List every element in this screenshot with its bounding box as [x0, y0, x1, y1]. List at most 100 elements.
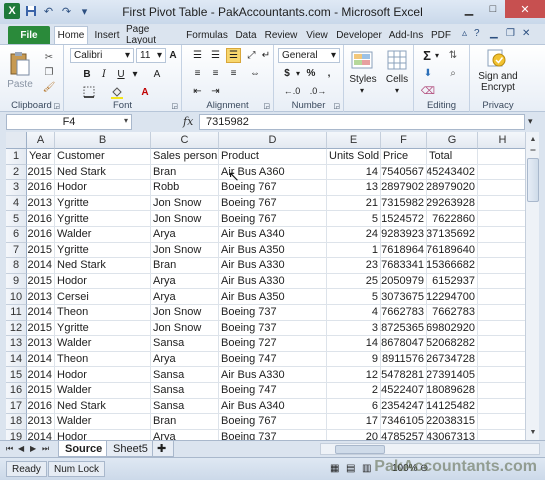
row-header[interactable]: 13: [6, 336, 27, 352]
table-cell[interactable]: 2015: [27, 164, 55, 181]
column-header[interactable]: G: [427, 132, 478, 149]
tab-review[interactable]: Review: [262, 26, 300, 44]
row-header[interactable]: 5: [6, 211, 27, 227]
table-cell[interactable]: 28979020: [427, 180, 478, 196]
increase-decimal-icon[interactable]: ←.0: [282, 84, 302, 98]
table-cell[interactable]: 7622860: [427, 211, 478, 227]
alignment-launcher-icon[interactable]: ◲: [263, 102, 270, 110]
first-sheet-icon[interactable]: ⏮: [6, 444, 13, 454]
page-break-view-icon[interactable]: ▥: [362, 463, 371, 474]
table-cell[interactable]: 2014: [27, 429, 55, 440]
styles-button[interactable]: Styles: [346, 73, 380, 85]
column-header[interactable]: E: [327, 132, 381, 149]
table-cell[interactable]: [478, 165, 525, 181]
number-launcher-icon[interactable]: ◲: [333, 102, 340, 110]
table-cell[interactable]: Walder: [55, 227, 151, 243]
row-header[interactable]: 3: [6, 180, 27, 196]
table-cell[interactable]: 4: [327, 305, 381, 321]
increase-indent-icon[interactable]: ⇥: [208, 84, 223, 99]
tab-insert[interactable]: Insert: [91, 26, 123, 44]
row-header[interactable]: 14: [6, 351, 27, 368]
number-format-dropdown[interactable]: General ▾: [278, 48, 340, 63]
font-size-dropdown[interactable]: 11 ▾: [136, 48, 166, 63]
table-cell[interactable]: Hodor: [55, 429, 151, 440]
table-cell[interactable]: Arya: [151, 429, 219, 440]
table-cell[interactable]: 15366682: [427, 258, 478, 274]
minimize-icon[interactable]: ▁: [457, 0, 481, 18]
table-cell[interactable]: [478, 180, 525, 196]
sign-label[interactable]: Sign and: [470, 71, 526, 82]
table-cell[interactable]: [478, 399, 525, 415]
decrease-indent-icon[interactable]: ⇤: [190, 84, 205, 99]
table-cell[interactable]: [478, 430, 525, 440]
table-cell[interactable]: 43067313: [427, 429, 478, 440]
table-cell[interactable]: 14: [327, 164, 381, 181]
table-cell[interactable]: 9283923: [381, 227, 427, 243]
tab-page-layout[interactable]: Page Layout: [126, 24, 182, 46]
table-cell[interactable]: 18089628: [427, 383, 478, 399]
table-cell[interactable]: Price: [381, 149, 427, 165]
underline-button[interactable]: U: [114, 67, 128, 81]
table-cell[interactable]: 2354247: [381, 398, 427, 415]
table-cell[interactable]: Product: [219, 149, 327, 165]
underline-dropdown-icon[interactable]: ▾: [130, 67, 140, 81]
table-cell[interactable]: Boeing 767: [219, 195, 327, 212]
table-cell[interactable]: 37135692: [427, 227, 478, 243]
row-header[interactable]: 11: [6, 305, 27, 321]
row-header[interactable]: 8: [6, 258, 27, 274]
table-cell[interactable]: Arya: [151, 351, 219, 368]
table-cell[interactable]: Jon Snow: [151, 195, 219, 212]
table-cell[interactable]: 8678047: [381, 336, 427, 352]
borders-icon[interactable]: [80, 85, 98, 99]
row-header[interactable]: 12: [6, 320, 27, 337]
align-center-icon[interactable]: ≡: [208, 66, 223, 81]
table-cell[interactable]: 1: [327, 242, 381, 259]
font-color-button[interactable]: A: [136, 85, 154, 99]
table-cell[interactable]: 21: [327, 195, 381, 212]
shrink-font-button[interactable]: A: [150, 67, 164, 81]
table-cell[interactable]: 2016: [27, 398, 55, 415]
table-cell[interactable]: Theon: [55, 305, 151, 321]
table-cell[interactable]: 6: [327, 398, 381, 415]
chevron-down-icon[interactable]: ▾: [124, 116, 128, 125]
table-cell[interactable]: 2013: [27, 336, 55, 352]
table-cell[interactable]: 2016: [27, 211, 55, 227]
table-cell[interactable]: 4522407: [381, 383, 427, 399]
table-cell[interactable]: [478, 211, 525, 227]
table-cell[interactable]: 7683341: [381, 258, 427, 274]
table-cell[interactable]: 8911576: [381, 351, 427, 368]
table-cell[interactable]: 7346105: [381, 414, 427, 430]
currency-button[interactable]: $: [280, 66, 294, 80]
italic-button[interactable]: I: [97, 67, 111, 81]
split-handle-icon[interactable]: ═: [527, 144, 539, 156]
table-cell[interactable]: Bran: [151, 414, 219, 430]
table-cell[interactable]: 4785257: [381, 429, 427, 440]
column-header[interactable]: A: [27, 132, 55, 149]
row-header[interactable]: 15: [6, 367, 27, 383]
doc-minimize-icon[interactable]: ▁: [490, 28, 498, 39]
align-left-icon[interactable]: ≡: [190, 66, 205, 81]
table-cell[interactable]: 5: [327, 211, 381, 227]
table-cell[interactable]: Air Bus A330: [219, 258, 327, 274]
table-cell[interactable]: 22038315: [427, 414, 478, 430]
sheet-tab-sheet5[interactable]: Sheet5: [106, 441, 155, 457]
table-cell[interactable]: Ygritte: [55, 242, 151, 259]
row-header[interactable]: 9: [6, 273, 27, 290]
align-right-icon[interactable]: ≡: [226, 66, 241, 81]
doc-close-icon[interactable]: ✕: [522, 28, 530, 39]
comma-button[interactable]: ,: [322, 66, 336, 80]
table-cell[interactable]: Ned Stark: [55, 164, 151, 181]
table-cell[interactable]: 2015: [27, 383, 55, 399]
table-cell[interactable]: [478, 336, 525, 352]
table-cell[interactable]: 5478281: [381, 367, 427, 383]
table-cell[interactable]: 2014: [27, 305, 55, 321]
tab-file[interactable]: File: [8, 26, 50, 44]
table-cell[interactable]: Sansa: [151, 398, 219, 415]
table-cell[interactable]: 2897902: [381, 180, 427, 196]
scroll-thumb[interactable]: [527, 158, 539, 202]
table-cell[interactable]: Jon Snow: [151, 305, 219, 321]
chevron-down-icon[interactable]: ▾: [356, 85, 368, 95]
table-cell[interactable]: Ygritte: [55, 211, 151, 227]
table-cell[interactable]: [478, 383, 525, 399]
column-header[interactable]: D: [219, 132, 327, 149]
